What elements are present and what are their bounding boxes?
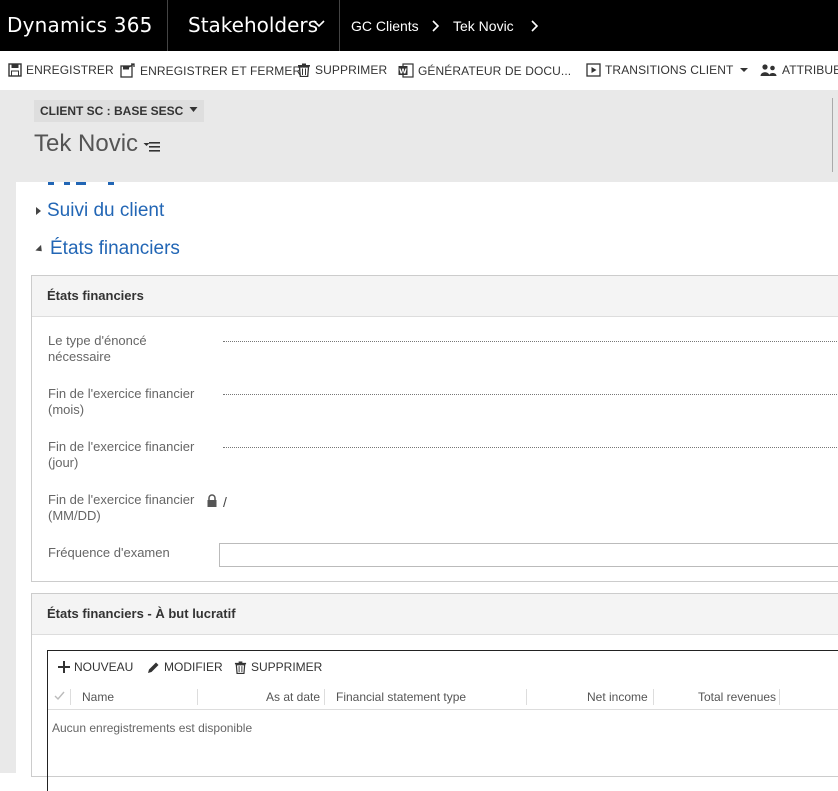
- column-separator: [197, 689, 198, 705]
- review-frequency-input[interactable]: [219, 543, 838, 567]
- breadcrumb-gc-clients[interactable]: GC Clients: [351, 18, 419, 34]
- delete-label: SUPPRIMER: [315, 63, 388, 77]
- record-menu-icon[interactable]: [143, 140, 161, 154]
- play-icon: [586, 63, 601, 77]
- area-selector[interactable]: Stakeholders: [188, 13, 318, 37]
- client-transitions-label: TRANSITIONS CLIENT: [605, 63, 734, 77]
- profit-statements-panel: États financiers - À but lucratif NOUVEA…: [31, 593, 838, 791]
- column-header-as-at-date[interactable]: As at date: [266, 690, 320, 704]
- breadcrumb-record[interactable]: Tek Novic: [453, 18, 514, 34]
- grid-empty-message: Aucun enregistrements est disponible: [52, 721, 253, 735]
- grid-header: Name As at date Financial statement type…: [48, 685, 838, 710]
- chevron-right-icon: [432, 20, 440, 32]
- grid-delete-button[interactable]: SUPPRIMER: [234, 660, 322, 674]
- header-divider: [832, 98, 833, 172]
- field-fiscal-day[interactable]: [223, 447, 838, 448]
- chevron-down-icon[interactable]: [312, 17, 326, 31]
- scrolled-section-remnant: [48, 182, 114, 185]
- section-financial-statements[interactable]: États financiers: [35, 238, 180, 260]
- collapse-arrow-icon: [35, 244, 45, 254]
- save-icon: [8, 63, 22, 77]
- grid-delete-label: SUPPRIMER: [251, 660, 323, 674]
- grid-edit-button[interactable]: MODIFIER: [147, 660, 223, 674]
- nav-divider: [167, 0, 168, 51]
- column-header-net-income[interactable]: Net income: [587, 690, 648, 704]
- column-separator: [653, 689, 654, 705]
- brand-title[interactable]: Dynamics 365: [7, 13, 153, 37]
- financial-statements-panel: États financiers Le type d'énoncé nécess…: [31, 275, 838, 582]
- form-selector-label: CLIENT SC : BASE SESC: [40, 104, 184, 118]
- caret-down-icon: [189, 107, 198, 112]
- record-title: Tek Novic: [34, 130, 139, 157]
- section-client-tracking[interactable]: Suivi du client: [36, 200, 164, 222]
- caret-down-icon: [740, 68, 749, 72]
- field-label-review-frequency: Fréquence d'examen: [48, 545, 170, 560]
- panel-title: États financiers - À but lucratif: [32, 594, 838, 635]
- pencil-icon: [148, 662, 159, 673]
- column-separator: [526, 689, 527, 705]
- column-header-name[interactable]: Name: [82, 690, 114, 704]
- field-fiscal-mmdd-value: /: [223, 494, 227, 510]
- trash-icon: [298, 63, 310, 77]
- word-document-icon: W: [398, 63, 414, 78]
- delete-button[interactable]: SUPPRIMER: [297, 63, 387, 77]
- document-generator-button[interactable]: W GÉNÉRATEUR DE DOCU...: [398, 63, 571, 78]
- grid-new-label: NOUVEAU: [74, 660, 134, 674]
- document-generator-label: GÉNÉRATEUR DE DOCU...: [418, 63, 572, 78]
- section-title: États financiers: [50, 238, 180, 259]
- grid-new-button[interactable]: NOUVEAU: [58, 660, 133, 674]
- statements-subgrid: NOUVEAU MODIFIER SUPPRIMER Name As at da…: [47, 650, 838, 791]
- column-header-statement-type[interactable]: Financial statement type: [336, 690, 466, 704]
- left-gutter: [0, 182, 16, 773]
- field-label-fiscal-day: Fin de l'exercice financier (jour): [48, 439, 195, 470]
- panel-title: États financiers: [32, 276, 838, 317]
- trash-icon: [234, 660, 247, 674]
- field-label-fiscal-month: Fin de l'exercice financier (mois): [48, 386, 195, 417]
- nav-divider: [339, 0, 340, 51]
- column-separator: [324, 689, 325, 705]
- field-statement-type[interactable]: [223, 341, 838, 342]
- plus-icon: [58, 661, 70, 673]
- form-selector[interactable]: CLIENT SC : BASE SESC: [34, 100, 204, 122]
- field-label-statement-type: Le type d'énoncé nécessaire: [48, 333, 147, 364]
- save-close-icon: [120, 63, 135, 78]
- record-header: CLIENT SC : BASE SESC Tek Novic: [0, 90, 838, 182]
- save-close-button[interactable]: ENREGISTRER ET FERMER: [120, 63, 301, 78]
- save-close-label: ENREGISTRER ET FERMER: [140, 63, 302, 78]
- grid-edit-label: MODIFIER: [164, 660, 223, 674]
- people-icon: [760, 64, 777, 76]
- top-nav-bar: Dynamics 365 Stakeholders GC Clients Tek…: [0, 0, 838, 51]
- column-separator: [70, 689, 71, 705]
- lock-icon: [207, 494, 217, 507]
- client-transitions-button[interactable]: TRANSITIONS CLIENT: [586, 63, 753, 77]
- svg-text:W: W: [399, 68, 407, 76]
- select-all-check-icon[interactable]: [54, 691, 65, 701]
- assign-button[interactable]: ATTRIBUER: [760, 63, 838, 77]
- expand-arrow-icon: [36, 207, 41, 215]
- chevron-right-icon[interactable]: [530, 20, 540, 32]
- save-label: ENREGISTRER: [26, 63, 114, 77]
- section-title: Suivi du client: [47, 200, 165, 221]
- save-button[interactable]: ENREGISTRER: [8, 63, 114, 77]
- column-separator: [779, 689, 780, 705]
- field-label-fiscal-mmdd: Fin de l'exercice financier (MM/DD): [48, 492, 195, 523]
- column-header-total-revenues[interactable]: Total revenues: [698, 690, 776, 704]
- assign-label: ATTRIBUER: [782, 63, 838, 77]
- field-fiscal-month[interactable]: [223, 394, 838, 395]
- command-bar: ENREGISTRER ENREGISTRER ET FERMER SUPPRI…: [0, 51, 838, 90]
